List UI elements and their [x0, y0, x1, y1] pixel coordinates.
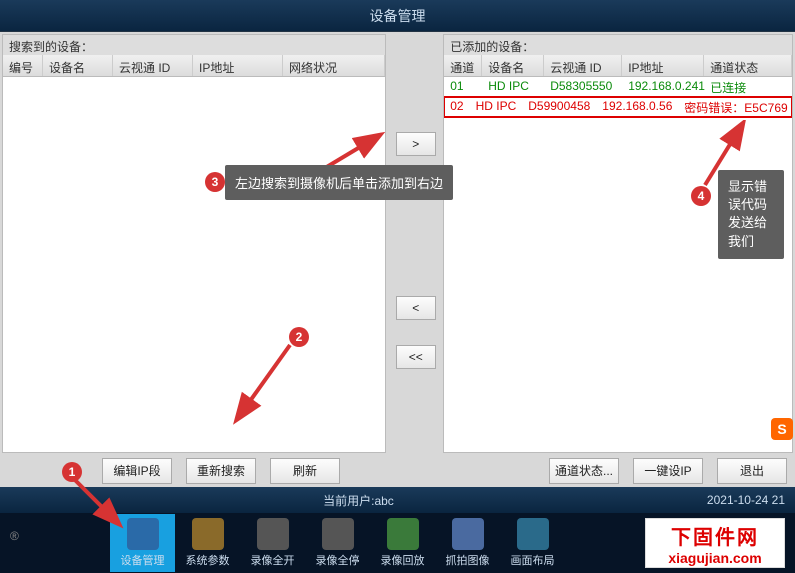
col-name: 设备名	[43, 55, 113, 76]
remove-button[interactable]: <	[396, 296, 436, 320]
annotation-marker-1: 1	[62, 462, 82, 482]
left-grid-header: 编号 设备名 云视通 ID IP地址 网络状况	[3, 55, 385, 77]
right-pane-label: 已添加的设备：	[444, 35, 792, 55]
channel-status-button[interactable]: 通道状态...	[549, 458, 619, 484]
taskbar-item-2[interactable]: 录像全开	[240, 514, 305, 572]
taskbar-label: 录像回放	[381, 552, 425, 568]
taskbar-item-1[interactable]: 系统参数	[175, 514, 240, 572]
taskbar-label: 设备管理	[121, 552, 165, 568]
exit-button[interactable]: 退出	[717, 458, 787, 484]
annotation-marker-3: 3	[205, 172, 225, 192]
sogou-badge-icon[interactable]: S	[771, 418, 793, 440]
rescan-button[interactable]: 重新搜索	[186, 458, 256, 484]
taskbar-item-6[interactable]: 画面布局	[500, 514, 565, 572]
left-pane-label: 搜索到的设备：	[3, 35, 385, 55]
taskbar-label: 抓拍图像	[446, 552, 490, 568]
taskbar-icon	[257, 518, 289, 550]
remove-all-button[interactable]: <<	[396, 345, 436, 369]
col-cloudid: 云视通 ID	[113, 55, 193, 76]
watermark: 下固件网 xiagujian.com	[645, 518, 785, 568]
taskbar-label: 系统参数	[186, 552, 230, 568]
col-name: 设备名	[482, 55, 544, 76]
taskbar-icon	[452, 518, 484, 550]
annotation-arrow-2	[225, 340, 305, 430]
watermark-cn: 下固件网	[671, 521, 759, 550]
taskbar-item-3[interactable]: 录像全停	[305, 514, 370, 572]
col-channel: 通道	[444, 55, 482, 76]
col-netstatus: 网络状况	[283, 55, 385, 76]
col-ip: IP地址	[193, 55, 283, 76]
window-title: 设备管理	[0, 0, 795, 32]
taskbar-label: 录像全停	[316, 552, 360, 568]
col-cloudid: 云视通 ID	[544, 55, 622, 76]
status-time: 2021-10-24 21	[707, 493, 785, 507]
taskbar-icon	[322, 518, 354, 550]
table-row[interactable]: 02HD IPCD59900458192.168.0.56密码错误：E5C769	[444, 97, 792, 117]
annotation-marker-2: 2	[289, 327, 309, 347]
copyright-mark: ®	[10, 529, 19, 543]
taskbar-item-5[interactable]: 抓拍图像	[435, 514, 500, 572]
taskbar-icon	[192, 518, 224, 550]
col-num: 编号	[3, 55, 43, 76]
oneclick-ip-button[interactable]: 一键设IP	[633, 458, 703, 484]
annotation-tip-4: 显示错误代码发送给我们	[718, 170, 784, 259]
taskbar-item-4[interactable]: 录像回放	[370, 514, 435, 572]
transfer-buttons: > < <<	[388, 32, 443, 455]
watermark-en: xiagujian.com	[668, 550, 761, 566]
annotation-tip-3: 左边搜索到摄像机后单击添加到右边	[225, 165, 453, 200]
refresh-button[interactable]: 刷新	[270, 458, 340, 484]
col-chstatus: 通道状态	[704, 55, 792, 76]
taskbar-label: 录像全开	[251, 552, 295, 568]
content-area: 搜索到的设备： 编号 设备名 云视通 ID IP地址 网络状况 > < << 已…	[0, 32, 795, 455]
search-results-panel: 搜索到的设备： 编号 设备名 云视通 ID IP地址 网络状况	[2, 34, 386, 453]
table-row[interactable]: 01HD IPCD58305550192.168.0.241已连接	[444, 77, 792, 97]
taskbar-icon	[387, 518, 419, 550]
taskbar-label: 画面布局	[511, 552, 555, 568]
add-button[interactable]: >	[396, 132, 436, 156]
annotation-marker-4: 4	[691, 186, 711, 206]
col-ip: IP地址	[622, 55, 704, 76]
right-grid-header: 通道 设备名 云视通 ID IP地址 通道状态	[444, 55, 792, 77]
taskbar-icon	[517, 518, 549, 550]
